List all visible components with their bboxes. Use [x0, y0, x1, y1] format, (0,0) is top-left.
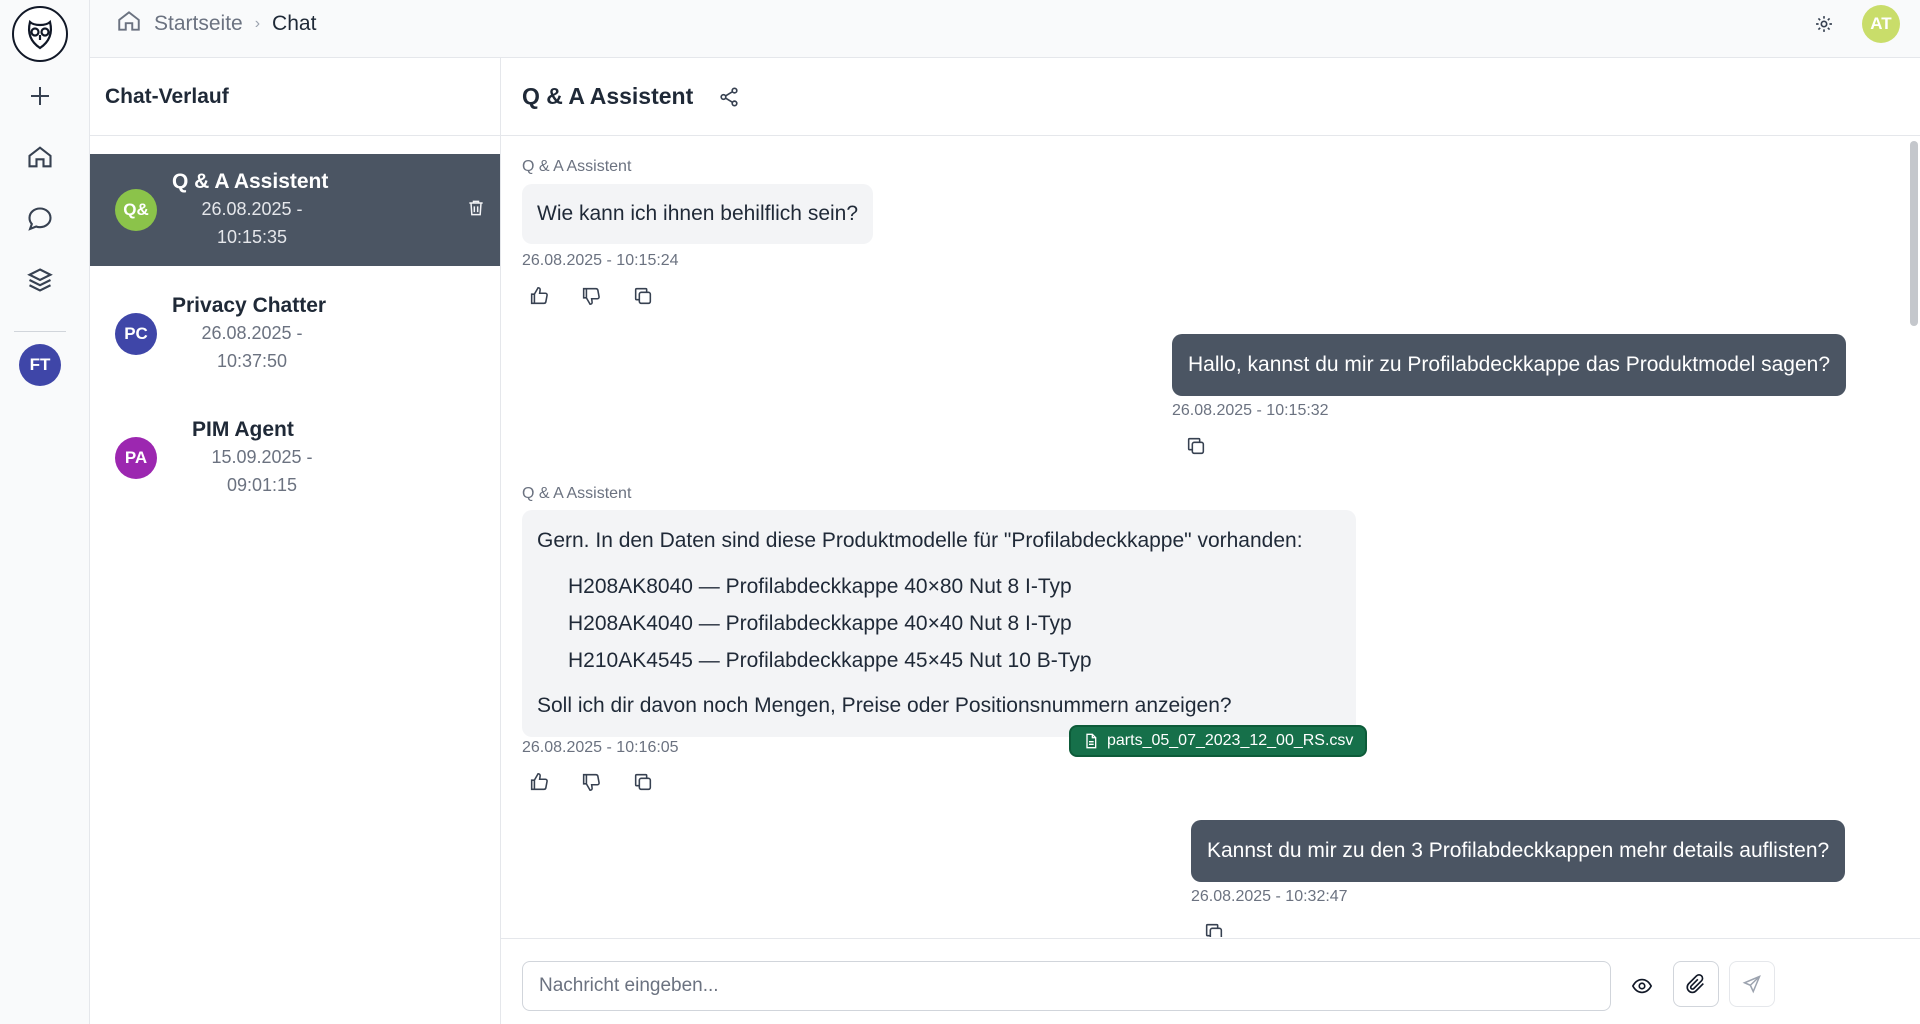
copy-icon[interactable]: [629, 282, 657, 310]
product-list: H208AK8040 — Profilabdeckkappe 40×80 Nut…: [537, 568, 1341, 679]
history-item-name: Q & A Assistent: [172, 170, 329, 193]
message-text: Kannst du mir zu den 3 Profilabdeckkappe…: [1207, 839, 1830, 862]
scrollbar[interactable]: [1910, 141, 1918, 326]
copy-icon[interactable]: [1200, 918, 1228, 937]
message-composer: [501, 938, 1920, 1024]
copy-icon[interactable]: [1182, 432, 1210, 460]
message-input[interactable]: [522, 961, 1611, 1011]
chat-panel: Q & A Assistent Q & A Assistent Wie kann…: [501, 58, 1920, 1024]
list-item: H208AK4040 — Profilabdeckkappe 40×40 Nut…: [568, 612, 1072, 635]
history-item-name: PIM Agent: [192, 418, 294, 441]
list-item: H208AK8040 — Profilabdeckkappe 40×80 Nut…: [568, 575, 1072, 598]
user-message: Kannst du mir zu den 3 Profilabdeckkappe…: [1191, 820, 1846, 882]
copy-icon[interactable]: [629, 768, 657, 796]
thumbs-down-icon[interactable]: [577, 282, 605, 310]
eye-icon[interactable]: [1628, 972, 1656, 1000]
user-avatar[interactable]: FT: [19, 344, 61, 386]
attachment-chip[interactable]: parts_05_07_2023_12_00_RS.csv: [1069, 725, 1368, 757]
message-text: Hallo, kannst du mir zu Profilabdeckkapp…: [1188, 353, 1831, 376]
assistant-message: Wie kann ich ihnen behilflich sein?: [522, 184, 874, 244]
file-icon: [1086, 733, 1097, 749]
left-rail: FT: [0, 0, 90, 1024]
message-text: Gern. In den Daten sind diese Produktmod…: [537, 529, 1303, 552]
cube-stack-icon[interactable]: [20, 260, 60, 300]
message-text: Wie kann ich ihnen behilflich sein?: [537, 202, 859, 225]
chat-history-panel: Chat-Verlauf Q& Q & A Assistent 26.08.20…: [90, 58, 501, 1024]
gear-icon[interactable]: [1812, 12, 1836, 36]
message-sender: Q & A Assistent: [522, 158, 632, 175]
thumbs-down-icon[interactable]: [577, 768, 605, 796]
message-list[interactable]: Q & A Assistent Wie kann ich ihnen behil…: [501, 137, 1920, 937]
message-timestamp: 26.08.2025 - 10:15:24: [522, 252, 679, 269]
history-item-date: 26.08.2025 -: [201, 199, 303, 219]
share-icon[interactable]: [717, 85, 741, 109]
attachment-name: parts_05_07_2023_12_00_RS.csv: [1107, 732, 1354, 749]
breadcrumb-current: Chat: [272, 12, 317, 35]
thumbs-up-icon[interactable]: [525, 282, 553, 310]
paperclip-icon[interactable]: [1673, 961, 1719, 1007]
user-message: Hallo, kannst du mir zu Profilabdeckkapp…: [1172, 334, 1847, 396]
chat-title: Q & A Assistent: [522, 83, 694, 109]
thumbs-up-icon[interactable]: [525, 768, 553, 796]
history-item-date: 26.08.2025 -: [201, 323, 303, 343]
message-timestamp: 26.08.2025 - 10:16:05: [522, 739, 679, 756]
assistant-message: Gern. In den Daten sind diese Produktmod…: [522, 510, 1356, 737]
message-text: Soll ich dir davon noch Mengen, Preise o…: [537, 694, 1232, 717]
history-item-name: Privacy Chatter: [172, 294, 327, 317]
history-title: Chat-Verlauf: [90, 58, 500, 136]
owl-logo-icon[interactable]: [12, 6, 68, 62]
rail-divider: [14, 331, 66, 332]
top-bar: Startseite › Chat AT: [90, 0, 1920, 58]
trash-icon[interactable]: [464, 196, 488, 220]
chat-header: Q & A Assistent: [501, 58, 1920, 136]
history-list: Q& Q & A Assistent 26.08.2025 - 10:15:35…: [90, 154, 500, 526]
message-timestamp: 26.08.2025 - 10:15:32: [1172, 402, 1329, 419]
avatar: PC: [115, 313, 157, 355]
home-icon[interactable]: [116, 8, 142, 40]
breadcrumb: Startseite › Chat: [116, 0, 316, 48]
home-icon[interactable]: [20, 137, 60, 177]
chat-bubble-icon[interactable]: [20, 199, 60, 239]
list-item: H210AK4545 — Profilabdeckkappe 45×45 Nut…: [568, 649, 1092, 672]
send-icon[interactable]: [1729, 961, 1775, 1007]
avatar: PA: [115, 437, 157, 479]
history-item-privacy-chatter[interactable]: PC Privacy Chatter 26.08.2025 - 10:37:50: [90, 278, 500, 390]
history-item-pim-agent[interactable]: PA PIM Agent 15.09.2025 - 09:01:15: [90, 402, 500, 514]
account-avatar[interactable]: AT: [1862, 5, 1900, 43]
message-sender: Q & A Assistent: [522, 485, 632, 502]
history-item-date: 15.09.2025 -: [211, 447, 313, 467]
history-item-time: 10:15:35: [216, 227, 288, 247]
new-chat-icon[interactable]: [20, 76, 60, 116]
breadcrumb-separator: ›: [254, 15, 261, 32]
breadcrumb-home[interactable]: Startseite: [154, 12, 243, 36]
history-item-time: 09:01:15: [226, 475, 298, 495]
history-item-qa-assistent[interactable]: Q& Q & A Assistent 26.08.2025 - 10:15:35: [90, 154, 500, 266]
message-timestamp: 26.08.2025 - 10:32:47: [1191, 888, 1348, 905]
avatar: Q&: [115, 189, 157, 231]
history-item-time: 10:37:50: [216, 351, 288, 371]
